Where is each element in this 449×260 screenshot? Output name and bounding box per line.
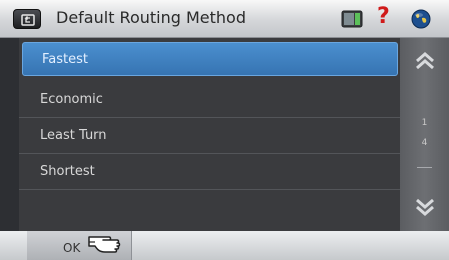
list-item-fastest[interactable]: Fastest [22,42,398,76]
help-icon[interactable]: ? [377,6,390,28]
page-divider [417,167,432,168]
list-item-label: Shortest [40,164,95,179]
sd-card-icon[interactable] [341,10,363,28]
list-item-empty [19,190,400,226]
page-title: Default Routing Method [56,8,246,27]
list-item-label: Least Turn [40,128,107,143]
back-button[interactable] [13,9,41,29]
ok-button[interactable]: OK [27,231,132,260]
pointing-hand-icon [88,236,121,253]
scroll-up-icon[interactable] [415,52,435,70]
ok-button-label: OK [63,241,81,255]
back-icon [21,14,35,26]
list-item-label: Economic [40,92,103,107]
list-item-economic[interactable]: Economic [19,82,400,118]
total-pages: 4 [421,138,428,148]
bottom-bar: OK [0,231,449,260]
list-item-shortest[interactable]: Shortest [19,154,400,190]
routing-method-list: Fastest Economic Least Turn Shortest [19,38,400,231]
scroll-down-icon[interactable] [415,198,435,216]
list-item-label: Fastest [42,52,88,67]
list-item-least-turn[interactable]: Least Turn [19,118,400,154]
current-page: 1 [421,118,428,128]
globe-icon[interactable] [411,9,431,29]
scrollbar[interactable]: 1 4 [400,38,449,231]
title-bar: Default Routing Method ? [0,0,449,38]
